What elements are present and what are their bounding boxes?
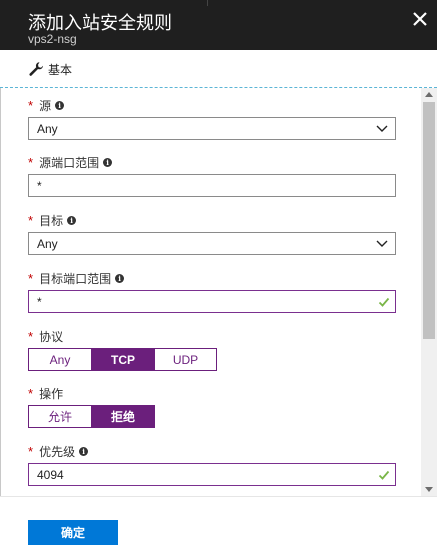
- chevron-down-icon: [376, 125, 388, 132]
- required-marker: *: [28, 212, 34, 228]
- protocol-selector: Any TCP UDP: [28, 348, 217, 371]
- wrench-icon: [29, 62, 43, 76]
- destination-label: * 目标 i: [28, 212, 396, 228]
- source-port-field: * 源端口范围 i *: [28, 154, 396, 197]
- action-selector: 允许 拒绝: [28, 405, 155, 428]
- source-port-value: *: [37, 178, 42, 193]
- destination-port-field: * 目标端口范围 i *: [28, 270, 396, 313]
- tab-basic[interactable]: 基本: [28, 60, 72, 78]
- destination-label-text: 目标: [39, 213, 64, 228]
- tab-basic-label: 基本: [48, 62, 73, 77]
- protocol-field: * 协议 Any TCP UDP: [28, 328, 396, 371]
- info-icon[interactable]: i: [79, 446, 89, 456]
- source-value: Any: [37, 121, 58, 136]
- action-field: * 操作 允许 拒绝: [28, 385, 396, 428]
- scroll-down-arrow-icon[interactable]: [425, 487, 433, 492]
- chevron-down-icon: [376, 240, 388, 247]
- priority-label-text: 优先级: [39, 444, 76, 459]
- destination-dropdown[interactable]: Any: [28, 232, 396, 255]
- required-marker: *: [28, 443, 34, 459]
- destination-port-label: * 目标端口范围 i: [28, 270, 396, 286]
- destination-value: Any: [37, 236, 58, 251]
- blade: 添加入站安全规则 vps2-nsg 基本 * 源 i Any * 源端口范围 i…: [0, 0, 437, 560]
- blade-footer: 确定: [0, 496, 437, 560]
- background-strip: [180, 0, 437, 6]
- priority-input[interactable]: 4094: [28, 463, 396, 486]
- priority-label: * 优先级 i: [28, 443, 396, 459]
- required-marker: *: [28, 385, 34, 401]
- protocol-label: * 协议: [28, 328, 396, 344]
- required-marker: *: [28, 97, 34, 113]
- action-option-allow[interactable]: 允许: [29, 406, 91, 427]
- action-label: * 操作: [28, 385, 396, 401]
- destination-field: * 目标 i Any: [28, 212, 396, 255]
- info-icon[interactable]: i: [67, 215, 77, 225]
- checkmark-icon: [378, 297, 390, 307]
- tab-bar: 基本: [0, 50, 437, 88]
- source-port-label: * 源端口范围 i: [28, 154, 396, 170]
- info-icon[interactable]: i: [103, 157, 113, 167]
- ok-button[interactable]: 确定: [28, 520, 118, 545]
- destination-port-label-text: 目标端口范围: [39, 271, 112, 286]
- protocol-option-tcp[interactable]: TCP: [91, 349, 154, 370]
- required-marker: *: [28, 328, 34, 344]
- source-label: * 源 i: [28, 97, 396, 113]
- priority-value: 4094: [37, 467, 64, 482]
- strip-divider: [207, 0, 208, 6]
- scroll-up-arrow-icon[interactable]: [425, 92, 433, 97]
- source-dropdown[interactable]: Any: [28, 117, 396, 140]
- source-port-input[interactable]: *: [28, 174, 396, 197]
- blade-header: 添加入站安全规则 vps2-nsg: [0, 0, 437, 50]
- required-marker: *: [28, 270, 34, 286]
- protocol-option-any[interactable]: Any: [29, 349, 91, 370]
- source-field: * 源 i Any: [28, 97, 396, 140]
- scrollbar-thumb[interactable]: [423, 102, 435, 339]
- close-icon[interactable]: [409, 8, 431, 30]
- action-option-deny[interactable]: 拒绝: [91, 406, 154, 427]
- destination-port-input[interactable]: *: [28, 290, 396, 313]
- info-icon[interactable]: i: [115, 273, 125, 283]
- source-label-text: 源: [39, 98, 52, 113]
- protocol-label-text: 协议: [39, 329, 64, 344]
- checkmark-icon: [378, 470, 390, 480]
- protocol-option-udp[interactable]: UDP: [154, 349, 216, 370]
- vertical-scrollbar[interactable]: [421, 88, 437, 496]
- info-icon[interactable]: i: [55, 100, 65, 110]
- destination-port-value: *: [37, 294, 42, 309]
- action-label-text: 操作: [39, 386, 64, 401]
- blade-subtitle: vps2-nsg: [28, 32, 77, 46]
- required-marker: *: [28, 154, 34, 170]
- form-content: * 源 i Any * 源端口范围 i * * 目标 i Any * 目标端口范…: [0, 88, 421, 496]
- source-port-label-text: 源端口范围: [39, 155, 100, 170]
- priority-field: * 优先级 i 4094: [28, 443, 396, 486]
